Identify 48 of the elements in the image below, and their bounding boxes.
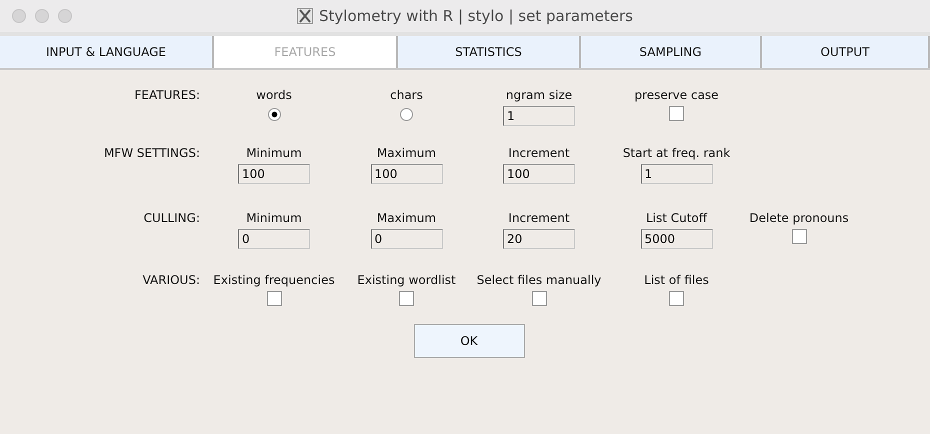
checkbox[interactable] [532,291,546,306]
input-field[interactable]: 5000 [640,229,712,249]
section-label: MFW SETTINGS: [104,146,201,160]
tab[interactable]: SAMPLING [581,36,762,68]
checkbox[interactable] [669,291,684,306]
section-label: FEATURES: [134,88,201,102]
section-label: CULLING: [144,211,201,225]
input-field[interactable]: 100 [503,164,575,184]
field-label: List of files [644,273,709,287]
field-label: Select files manually [476,273,602,287]
checkbox[interactable] [792,229,806,244]
field-label: Existing frequencies [213,273,335,287]
field-label: Minimum [246,211,302,225]
input-field[interactable]: 1 [503,106,575,126]
x11-app-icon [297,8,314,24]
input-field[interactable]: 1 [640,164,712,184]
field-label: preserve case [634,88,719,102]
field-label: chars [390,88,423,102]
tab[interactable]: STATISTICS [398,36,581,68]
close-button[interactable] [12,9,26,23]
window-title: Stylometry with R | stylo | set parameters [319,7,633,25]
field-label: Maximum [376,211,436,225]
field-label: Minimum [246,146,302,160]
ok-button[interactable]: OK [414,324,524,358]
field-label: Maximum [376,146,436,160]
field-label: Delete pronouns [749,211,849,225]
zoom-button[interactable] [58,9,72,23]
tab[interactable]: OUTPUT [762,36,930,68]
checkbox[interactable] [399,291,414,306]
input-field[interactable]: 100 [238,164,310,184]
checkbox[interactable] [266,291,282,306]
field-label: words [256,88,292,102]
input-field[interactable]: 20 [503,229,575,249]
field-label: ngram size [506,88,572,102]
field-label: Start at freq. rank [622,146,730,160]
field-label: Existing wordlist [357,273,456,287]
input-field[interactable]: 100 [370,164,442,184]
section-label: VARIOUS: [142,273,201,287]
radio-button[interactable] [268,108,280,121]
input-field[interactable]: 0 [238,229,310,249]
checkbox[interactable] [669,106,684,121]
field-label: Increment [508,211,570,225]
minimize-button[interactable] [35,9,49,23]
radio-button[interactable] [400,108,413,121]
tab[interactable]: INPUT & LANGUAGE [0,36,214,68]
input-field[interactable]: 0 [370,229,442,249]
field-label: Increment [508,146,570,160]
field-label: List Cutoff [646,211,708,225]
